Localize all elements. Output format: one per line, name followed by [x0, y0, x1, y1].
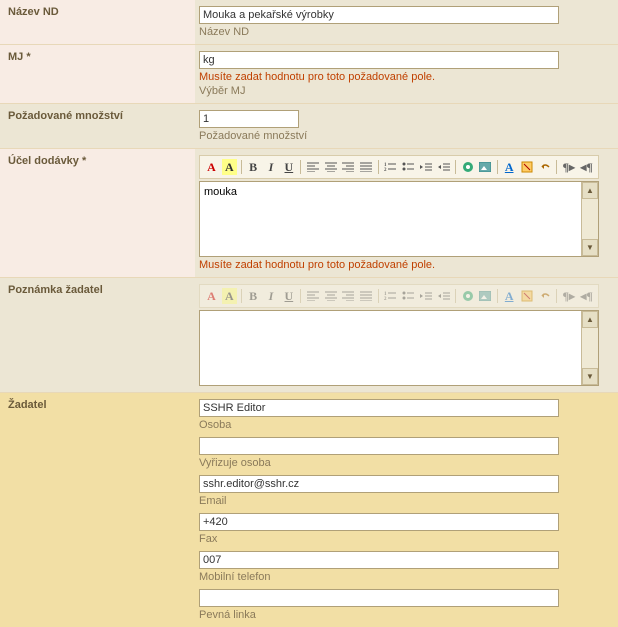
indent-icon[interactable] — [436, 159, 451, 175]
font-color-icon: A — [204, 288, 219, 304]
link-text-icon: A — [502, 288, 517, 304]
ltr-icon: ¶▸ — [561, 288, 576, 304]
row-mj: MJ * Musíte zadat hodnotu pro toto požad… — [0, 44, 618, 103]
indent-icon — [436, 288, 451, 304]
highlight-icon: A — [222, 288, 237, 304]
ucel-toolbar: A A B I U 12 — [199, 155, 599, 179]
highlight-icon[interactable]: A — [222, 159, 237, 175]
list-ul-icon[interactable] — [401, 159, 416, 175]
ucel-error: Musíte zadat hodnotu pro toto požadované… — [199, 259, 610, 271]
clear-format-icon — [520, 288, 535, 304]
bold-icon[interactable]: B — [246, 159, 261, 175]
vyrizuje-hint: Vyřizuje osoba — [199, 457, 610, 469]
outdent-icon[interactable] — [418, 159, 433, 175]
label-poznamka: Poznámka žadatel — [0, 278, 195, 392]
label-ucel: Účel dodávky * — [0, 149, 195, 277]
row-zadatel: Žadatel Osoba Vyřizuje osoba Email Fax M… — [0, 392, 618, 627]
scrollbar[interactable]: ▲ ▼ — [581, 182, 598, 256]
align-right-icon[interactable] — [341, 159, 356, 175]
link-icon[interactable] — [460, 159, 475, 175]
pevna-input[interactable] — [199, 589, 559, 607]
mobil-hint: Mobilní telefon — [199, 571, 610, 583]
svg-text:2: 2 — [384, 297, 387, 301]
align-center-icon — [323, 288, 338, 304]
scrollbar[interactable]: ▲ ▼ — [581, 311, 598, 385]
underline-icon: U — [281, 288, 296, 304]
osoba-input[interactable] — [199, 399, 559, 417]
mj-error: Musíte zadat hodnotu pro toto požadované… — [199, 71, 610, 83]
link-text-icon[interactable]: A — [502, 159, 517, 175]
poznamka-textarea[interactable] — [200, 311, 580, 385]
bold-icon: B — [246, 288, 261, 304]
list-ol-icon[interactable]: 12 — [383, 159, 398, 175]
align-center-icon[interactable] — [323, 159, 338, 175]
email-hint: Email — [199, 495, 610, 507]
align-left-icon[interactable] — [305, 159, 320, 175]
pevna-hint: Pevná linka — [199, 609, 610, 621]
rtl-icon: ◂¶ — [579, 288, 594, 304]
row-mnozstvi: Požadované množství Požadované množství — [0, 103, 618, 148]
italic-icon[interactable]: I — [264, 159, 279, 175]
font-color-icon[interactable]: A — [204, 159, 219, 175]
mj-hint: Výběr MJ — [199, 85, 610, 97]
mj-input[interactable] — [199, 51, 559, 69]
label-mnozstvi: Požadované množství — [0, 104, 195, 148]
nazev-nd-hint: Název ND — [199, 26, 610, 38]
mobil-input[interactable] — [199, 551, 559, 569]
label-zadatel: Žadatel — [0, 393, 195, 627]
vyrizuje-input[interactable] — [199, 437, 559, 455]
form: Název ND Název ND MJ * Musíte zadat hodn… — [0, 0, 618, 627]
scroll-up-icon[interactable]: ▲ — [582, 311, 598, 328]
align-left-icon — [305, 288, 320, 304]
undo-icon — [537, 288, 552, 304]
svg-text:2: 2 — [384, 168, 387, 172]
align-right-icon — [341, 288, 356, 304]
mnozstvi-input[interactable] — [199, 110, 299, 128]
osoba-hint: Osoba — [199, 419, 610, 431]
poznamka-editor: A A B I U 12 — [199, 284, 599, 386]
clear-format-icon[interactable] — [520, 159, 535, 175]
underline-icon[interactable]: U — [281, 159, 296, 175]
align-justify-icon[interactable] — [359, 159, 374, 175]
email-input[interactable] — [199, 475, 559, 493]
row-nazev-nd: Název ND Název ND — [0, 0, 618, 44]
image-icon[interactable] — [478, 159, 493, 175]
image-icon — [478, 288, 493, 304]
fax-input[interactable] — [199, 513, 559, 531]
row-poznamka: Poznámka žadatel A A B I U 12 — [0, 277, 618, 392]
rtl-icon[interactable]: ◂¶ — [579, 159, 594, 175]
scroll-down-icon[interactable]: ▼ — [582, 368, 598, 385]
ucel-editor: A A B I U 12 — [199, 155, 599, 257]
link-icon — [460, 288, 475, 304]
ucel-textarea[interactable] — [200, 182, 580, 256]
undo-icon[interactable] — [537, 159, 552, 175]
row-ucel: Účel dodávky * A A B I U 12 — [0, 148, 618, 277]
label-nazev-nd: Název ND — [0, 0, 195, 44]
list-ol-icon: 12 — [383, 288, 398, 304]
poznamka-toolbar: A A B I U 12 — [199, 284, 599, 308]
outdent-icon — [418, 288, 433, 304]
fax-hint: Fax — [199, 533, 610, 545]
ltr-icon[interactable]: ¶▸ — [561, 159, 576, 175]
list-ul-icon — [401, 288, 416, 304]
scroll-up-icon[interactable]: ▲ — [582, 182, 598, 199]
label-mj: MJ * — [0, 45, 195, 103]
scroll-down-icon[interactable]: ▼ — [582, 239, 598, 256]
mnozstvi-hint: Požadované množství — [199, 130, 610, 142]
italic-icon: I — [264, 288, 279, 304]
align-justify-icon — [359, 288, 374, 304]
nazev-nd-input[interactable] — [199, 6, 559, 24]
